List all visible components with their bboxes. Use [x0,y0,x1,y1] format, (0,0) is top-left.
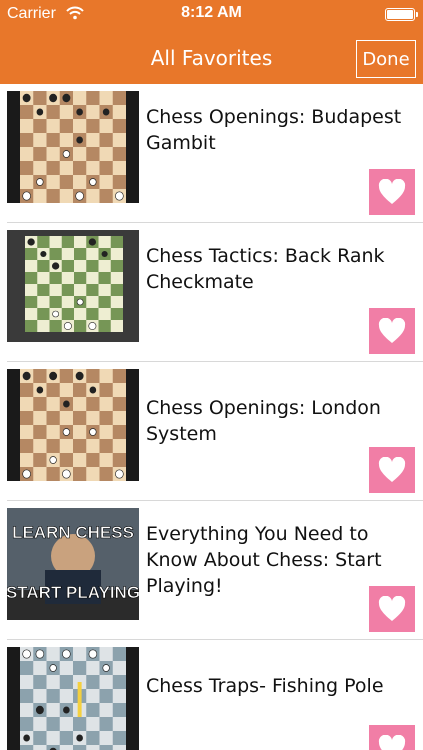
heart-icon [378,596,406,621]
list-item[interactable]: Chess Tactics: Back Rank Checkmate [7,223,423,362]
video-thumbnail [7,230,139,342]
status-bar: Carrier 8:12 AM [0,0,423,28]
favorite-button[interactable] [369,586,415,632]
status-time: 8:12 AM [181,4,242,21]
battery-icon [385,8,418,21]
item-title: Chess Openings: Budapest Gambit [146,106,402,154]
list-item[interactable]: LEARN CHESS START PLAYING Everything You… [7,501,423,640]
item-title: Chess Tactics: Back Rank Checkmate [146,245,385,293]
heart-icon [378,735,406,750]
item-title: Everything You Need to Know About Chess:… [146,523,382,597]
heart-icon [378,457,406,482]
item-title: Chess Traps- Fishing Pole [146,675,384,697]
video-thumbnail [7,647,139,750]
chessboard-image [20,369,126,481]
video-thumbnail [7,369,139,481]
favorite-button[interactable] [369,447,415,493]
item-title: Chess Openings: London System [146,397,381,445]
favorite-button[interactable] [369,308,415,354]
video-thumbnail: LEARN CHESS START PLAYING [7,508,139,620]
list-item[interactable]: Chess Openings: London System [7,362,423,501]
heart-icon [378,179,406,204]
favorite-button[interactable] [369,169,415,215]
favorites-list: Chess Openings: Budapest Gambit Chess Ta… [0,84,423,750]
chessboard-image [25,236,123,332]
heart-icon [378,318,406,343]
favorite-button[interactable] [369,725,415,750]
done-button[interactable]: Done [356,40,416,78]
video-thumbnail [7,91,139,203]
learn-chess-image: LEARN CHESS START PLAYING [7,508,139,620]
chessboard-image [20,647,126,750]
list-item[interactable]: Chess Traps- Fishing Pole [7,640,423,750]
chessboard-image [20,91,126,203]
list-item[interactable]: Chess Openings: Budapest Gambit [7,84,423,223]
thumb-text-bottom: START PLAYING [7,583,139,602]
thumb-text-top: LEARN CHESS [12,523,134,542]
nav-bar: Carrier 8:12 AM All Favorites Done [0,0,423,84]
